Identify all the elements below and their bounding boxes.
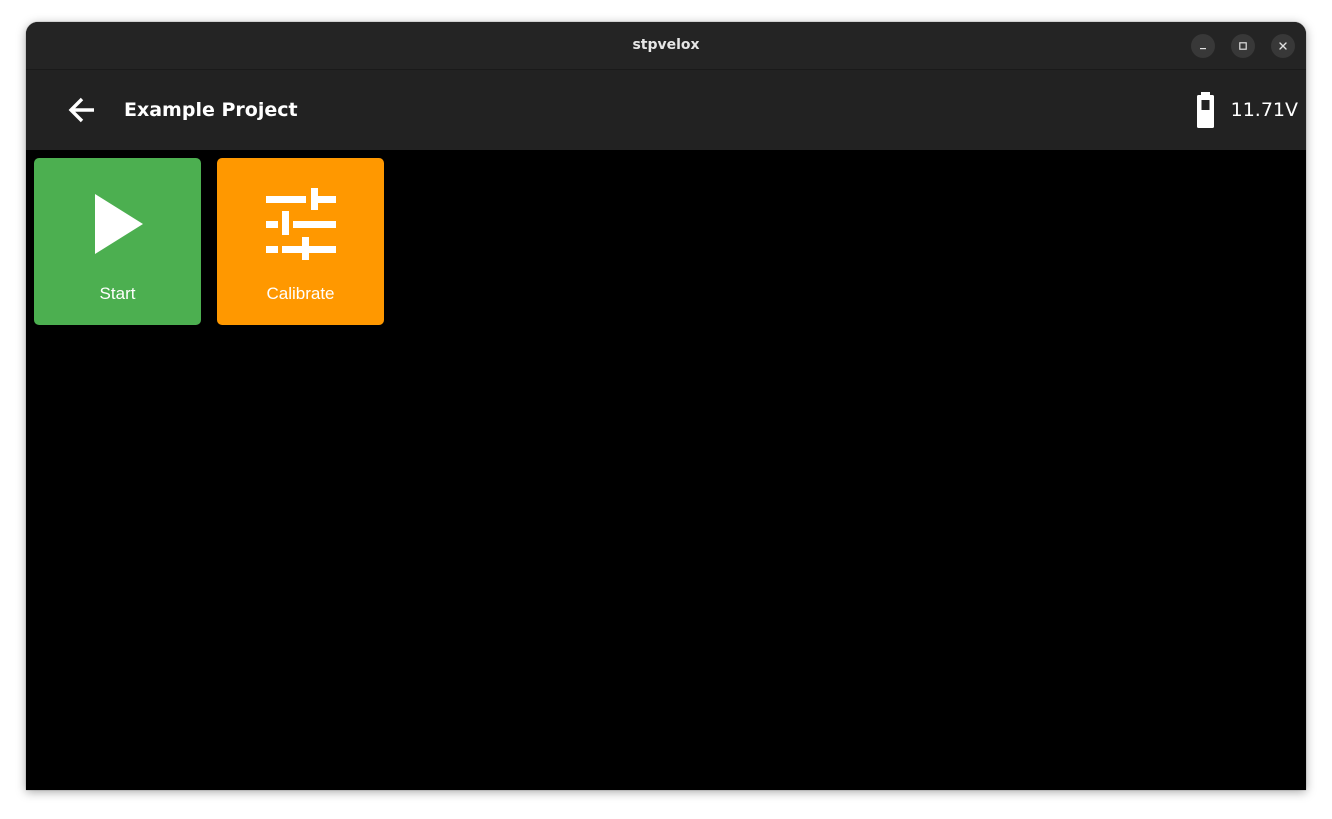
start-label: Start [99,284,136,303]
close-icon [1279,42,1287,50]
app-bar: Example Project 11.71V [26,70,1306,150]
project-title: Example Project [124,99,298,121]
back-button[interactable] [62,90,102,130]
maximize-button[interactable] [1231,34,1255,58]
minimize-icon [1200,48,1206,50]
battery-voltage: 11.71V [1230,99,1298,121]
minimize-button[interactable] [1191,34,1215,58]
app-window: stpvelox Example Project 11.71V Start Ca… [26,22,1306,790]
arrow-back-icon [68,97,94,123]
tile-grid: Start Calibrate [26,150,1306,790]
window-title: stpvelox [632,37,700,53]
window-titlebar[interactable]: stpvelox [26,22,1306,70]
tune-icon [265,188,336,260]
close-button[interactable] [1271,34,1295,58]
start-tile[interactable]: Start [34,158,201,325]
calibrate-tile[interactable]: Calibrate [217,158,384,325]
battery-icon [1197,92,1214,128]
play-icon [94,194,143,254]
calibrate-label: Calibrate [266,284,335,303]
maximize-icon [1239,42,1247,50]
